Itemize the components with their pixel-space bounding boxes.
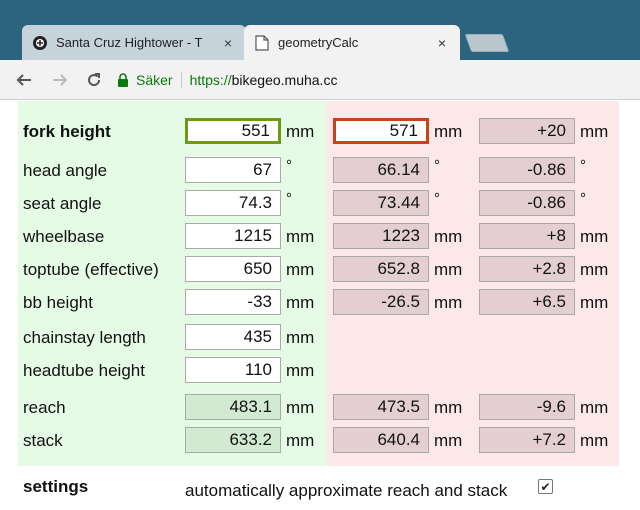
unit-label: mm — [434, 227, 463, 246]
row-fork-height: fork height 551 mm 571 mm +20 mm — [0, 118, 640, 146]
row-headtube-height: headtube height 110 mm — [0, 357, 640, 385]
head-angle-difference: -0.86 — [479, 157, 575, 183]
address-bar[interactable]: Säker https:// bikegeo.muha.cc — [112, 67, 632, 93]
row-label: bb height — [23, 293, 93, 312]
unit-label: ° — [580, 190, 586, 207]
row-bb-height: bb height -33 mm -26.5 mm +6.5 mm — [0, 289, 640, 317]
seat-angle-difference: -0.86 — [479, 190, 575, 216]
unit-label: mm — [434, 431, 463, 450]
fork-height-original-input[interactable]: 551 — [185, 118, 281, 144]
row-label: seat angle — [23, 194, 102, 213]
row-label: head angle — [23, 161, 108, 180]
unit-label: ° — [580, 157, 586, 174]
back-arrow-icon[interactable] — [12, 68, 36, 92]
reach-difference: -9.6 — [479, 394, 575, 420]
close-tab-icon[interactable]: × — [220, 35, 236, 51]
santa-cruz-favicon-icon — [32, 35, 48, 51]
wheelbase-original-input[interactable]: 1215 — [185, 223, 281, 249]
head-angle-new: 66.14 — [333, 157, 429, 183]
headtube-height-input[interactable]: 110 — [185, 357, 281, 383]
unit-label: mm — [434, 293, 463, 312]
toptube-original-input[interactable]: 650 — [185, 256, 281, 282]
geometry-calculator-page: fork height 551 mm 571 mm +20 mm head an… — [0, 101, 640, 510]
bb-height-new: -26.5 — [333, 289, 429, 315]
unit-label: mm — [434, 398, 463, 417]
stack-original: 633.2 — [185, 427, 281, 453]
browser-tabstrip: Santa Cruz Hightower - T × geometryCalc … — [0, 0, 640, 60]
tab-title: geometryCalc — [278, 35, 359, 50]
tab-geometrycalc[interactable]: geometryCalc × — [244, 25, 460, 60]
unit-label: ° — [286, 190, 292, 207]
approximate-reach-stack-checkbox[interactable]: ✔ — [538, 479, 553, 494]
unit-label: mm — [286, 227, 315, 246]
unit-label: mm — [286, 361, 315, 380]
forward-arrow-icon[interactable] — [48, 68, 72, 92]
url-scheme: https:// — [189, 72, 232, 88]
reach-original: 483.1 — [185, 394, 281, 420]
unit-label: mm — [286, 122, 315, 141]
chainstay-length-input[interactable]: 435 — [185, 324, 281, 350]
url-host: bikegeo.muha.cc — [231, 72, 338, 88]
row-chainstay-length: chainstay length 435 mm — [0, 324, 640, 352]
seat-angle-original-input[interactable]: 74.3 — [185, 190, 281, 216]
unit-label: mm — [580, 227, 609, 246]
checkmark-icon: ✔ — [540, 479, 551, 494]
unit-label: mm — [286, 293, 315, 312]
close-tab-icon[interactable]: × — [434, 35, 450, 51]
unit-label: mm — [286, 328, 315, 347]
unit-label: mm — [286, 431, 315, 450]
bb-height-difference: +6.5 — [479, 289, 575, 315]
wheelbase-new: 1223 — [333, 223, 429, 249]
unit-label: ° — [434, 190, 440, 207]
row-toptube: toptube (effective) 650 mm 652.8 mm +2.8… — [0, 256, 640, 284]
unit-label: ° — [286, 157, 292, 174]
approximate-reach-stack-label: automatically approximate reach and stac… — [185, 481, 508, 500]
unit-label: mm — [580, 293, 609, 312]
unit-label: mm — [580, 260, 609, 279]
head-angle-original-input[interactable]: 67 — [185, 157, 281, 183]
row-label: stack — [23, 431, 63, 450]
row-wheelbase: wheelbase 1215 mm 1223 mm +8 mm — [0, 223, 640, 251]
unit-label: mm — [580, 398, 609, 417]
stack-difference: +7.2 — [479, 427, 575, 453]
row-reach: reach 483.1 mm 473.5 mm -9.6 mm — [0, 394, 640, 422]
row-label: headtube height — [23, 361, 145, 380]
tab-title: Santa Cruz Hightower - T — [56, 35, 203, 50]
tab-santa-cruz[interactable]: Santa Cruz Hightower - T × — [22, 25, 246, 60]
row-label: wheelbase — [23, 227, 105, 246]
wheelbase-difference: +8 — [479, 223, 575, 249]
row-label: fork height — [23, 122, 111, 141]
omnibox-separator — [180, 72, 182, 88]
unit-label: mm — [434, 122, 463, 141]
row-label: chainstay length — [23, 328, 146, 347]
row-seat-angle: seat angle 74.3 ° 73.44 ° -0.86 ° — [0, 190, 640, 218]
toptube-difference: +2.8 — [479, 256, 575, 282]
seat-angle-new: 73.44 — [333, 190, 429, 216]
settings-heading: settings — [23, 477, 89, 496]
unit-label: mm — [580, 431, 609, 450]
unit-label: mm — [286, 260, 315, 279]
browser-toolbar: Säker https:// bikegeo.muha.cc — [0, 60, 640, 100]
row-label: toptube (effective) — [23, 260, 159, 279]
security-label: Säker — [136, 72, 173, 88]
stack-new: 640.4 — [333, 427, 429, 453]
unit-label: mm — [580, 122, 609, 141]
new-tab-button[interactable] — [464, 34, 510, 52]
row-head-angle: head angle 67 ° 66.14 ° -0.86 ° — [0, 157, 640, 185]
toptube-new: 652.8 — [333, 256, 429, 282]
lock-icon — [116, 73, 130, 87]
row-label: reach — [23, 398, 66, 417]
reload-icon[interactable] — [82, 68, 106, 92]
fork-height-difference: +20 — [479, 118, 575, 144]
unit-label: ° — [434, 157, 440, 174]
unit-label: mm — [286, 398, 315, 417]
row-stack: stack 633.2 mm 640.4 mm +7.2 mm — [0, 427, 640, 455]
fork-height-new-input[interactable]: 571 — [333, 118, 429, 144]
document-icon — [254, 34, 270, 51]
unit-label: mm — [434, 260, 463, 279]
reach-new: 473.5 — [333, 394, 429, 420]
bb-height-original-input[interactable]: -33 — [185, 289, 281, 315]
